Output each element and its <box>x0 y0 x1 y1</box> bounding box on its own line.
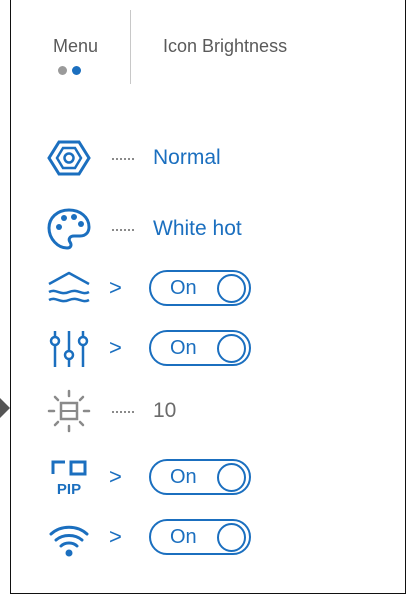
page-dot-2 <box>72 66 81 75</box>
sliders-icon <box>45 325 93 373</box>
selection-pointer-icon <box>0 398 10 418</box>
page-title: Icon Brightness <box>163 36 288 56</box>
menu-header: Menu Icon Brightness <box>11 0 405 90</box>
pip-icon: PIP <box>45 454 93 502</box>
row-wifi[interactable]: > On <box>11 514 405 564</box>
chevron-right-icon: > <box>109 275 122 300</box>
dotted-leader <box>112 411 134 413</box>
waves-icon <box>45 265 93 313</box>
row-hexagon-setting[interactable]: Normal <box>11 134 405 184</box>
toggle-switch[interactable]: On <box>149 519 251 555</box>
palette-icon <box>45 205 93 253</box>
menu-frame: Menu Icon Brightness Normal White hot > … <box>10 0 406 594</box>
row-icon-brightness[interactable]: 10 <box>11 387 405 437</box>
page-dot-1 <box>58 66 67 75</box>
row-palette[interactable]: White hot <box>11 205 405 255</box>
chevron-right-icon: > <box>109 464 122 489</box>
toggle-knob <box>217 463 246 492</box>
chevron-right-icon: > <box>109 524 122 549</box>
toggle-label: On <box>170 277 197 299</box>
toggle-knob <box>217 274 246 303</box>
row-pip[interactable]: PIP > On <box>11 454 405 504</box>
pip-icon-text: PIP <box>57 481 81 498</box>
toggle-knob <box>217 523 246 552</box>
dotted-leader <box>112 229 134 231</box>
row-waves[interactable]: > On <box>11 265 405 315</box>
page-indicator <box>58 66 81 75</box>
toggle-knob <box>217 334 246 363</box>
row-value: 10 <box>153 399 177 422</box>
toggle-switch[interactable]: On <box>149 270 251 306</box>
brightness-icon <box>45 387 93 435</box>
header-divider <box>130 10 131 84</box>
toggle-switch[interactable]: On <box>149 330 251 366</box>
toggle-label: On <box>170 337 197 359</box>
menu-label: Menu <box>53 36 99 56</box>
row-sliders[interactable]: > On <box>11 325 405 375</box>
row-value: Normal <box>153 146 221 169</box>
toggle-label: On <box>170 466 197 488</box>
chevron-right-icon: > <box>109 335 122 360</box>
toggle-label: On <box>170 526 197 548</box>
hexagon-nut-icon <box>45 134 93 182</box>
row-value: White hot <box>153 217 242 240</box>
wifi-icon <box>45 514 93 562</box>
dotted-leader <box>112 158 134 160</box>
toggle-switch[interactable]: On <box>149 459 251 495</box>
